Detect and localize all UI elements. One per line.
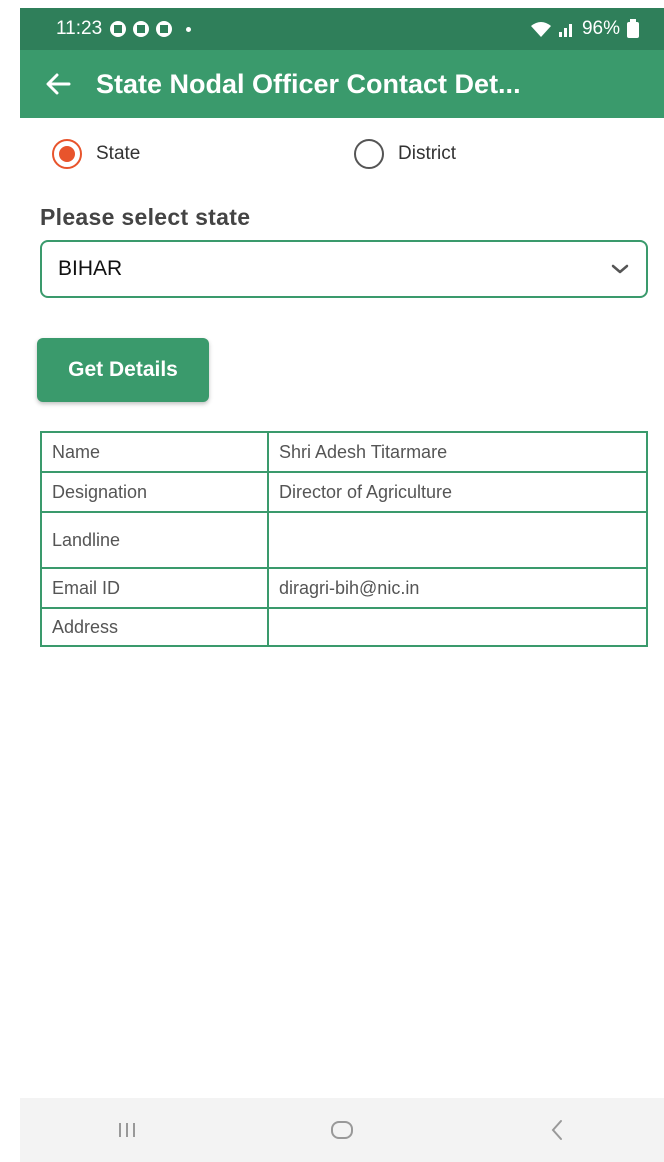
select-state-label: Please select state bbox=[40, 204, 251, 230]
nav-back-icon bbox=[551, 1120, 562, 1140]
recent-apps-icon bbox=[119, 1123, 136, 1137]
state-dropdown[interactable]: BIHAR bbox=[40, 240, 648, 298]
app-bar: State Nodal Officer Contact Det... bbox=[20, 50, 664, 118]
table-row: Email ID diragri-bih@nic.in bbox=[40, 567, 648, 609]
status-right: 96% bbox=[530, 18, 640, 40]
battery-percent: 96% bbox=[581, 18, 620, 39]
recent-apps-button[interactable] bbox=[87, 1100, 167, 1160]
status-left: 11:23 bbox=[56, 18, 192, 40]
notification-icon bbox=[110, 21, 127, 37]
row-key: Landline bbox=[40, 511, 269, 569]
phone-screen: 11:23 96% State Nodal Officer Contact De… bbox=[0, 0, 664, 1162]
signal-icon bbox=[558, 24, 572, 37]
row-value bbox=[267, 607, 648, 647]
notification-icons bbox=[108, 19, 174, 39]
radio-district-indicator[interactable] bbox=[354, 139, 384, 169]
radio-state-indicator[interactable] bbox=[52, 139, 82, 169]
home-button[interactable] bbox=[302, 1100, 382, 1160]
radio-district-label: District bbox=[398, 143, 457, 164]
notification-icon bbox=[133, 21, 150, 37]
row-value: Shri Adesh Titarmare bbox=[267, 431, 648, 473]
table-row: Name Shri Adesh Titarmare bbox=[40, 431, 648, 473]
nav-back-button[interactable] bbox=[517, 1100, 597, 1160]
details-table: Name Shri Adesh Titarmare Designation Di… bbox=[40, 431, 648, 647]
get-details-button[interactable]: Get Details bbox=[37, 338, 209, 402]
status-time: 11:23 bbox=[56, 18, 103, 39]
row-value: diragri-bih@nic.in bbox=[267, 567, 648, 609]
battery-icon bbox=[627, 19, 639, 38]
system-nav-bar bbox=[20, 1098, 664, 1162]
row-key: Address bbox=[40, 607, 269, 647]
more-notifications-dot bbox=[186, 26, 192, 32]
radio-district[interactable]: District bbox=[354, 134, 456, 174]
row-value bbox=[267, 511, 648, 569]
page-title: State Nodal Officer Contact Det... bbox=[96, 68, 521, 99]
row-value: Director of Agriculture bbox=[267, 471, 648, 513]
status-bar: 11:23 96% bbox=[20, 8, 664, 50]
state-dropdown-value: BIHAR bbox=[58, 257, 123, 280]
back-arrow-icon bbox=[46, 73, 71, 95]
chevron-down-icon bbox=[611, 264, 629, 274]
row-key: Email ID bbox=[40, 567, 269, 609]
notification-icon bbox=[156, 21, 173, 37]
row-key: Designation bbox=[40, 471, 269, 513]
table-row: Designation Director of Agriculture bbox=[40, 471, 648, 513]
row-key: Name bbox=[40, 431, 269, 473]
wifi-icon bbox=[530, 22, 551, 37]
back-button[interactable] bbox=[20, 50, 96, 118]
radio-state-label: State bbox=[96, 143, 141, 164]
table-row: Landline bbox=[40, 511, 648, 569]
home-icon bbox=[330, 1121, 353, 1139]
radio-state[interactable]: State bbox=[52, 134, 140, 174]
table-row: Address bbox=[40, 607, 648, 647]
